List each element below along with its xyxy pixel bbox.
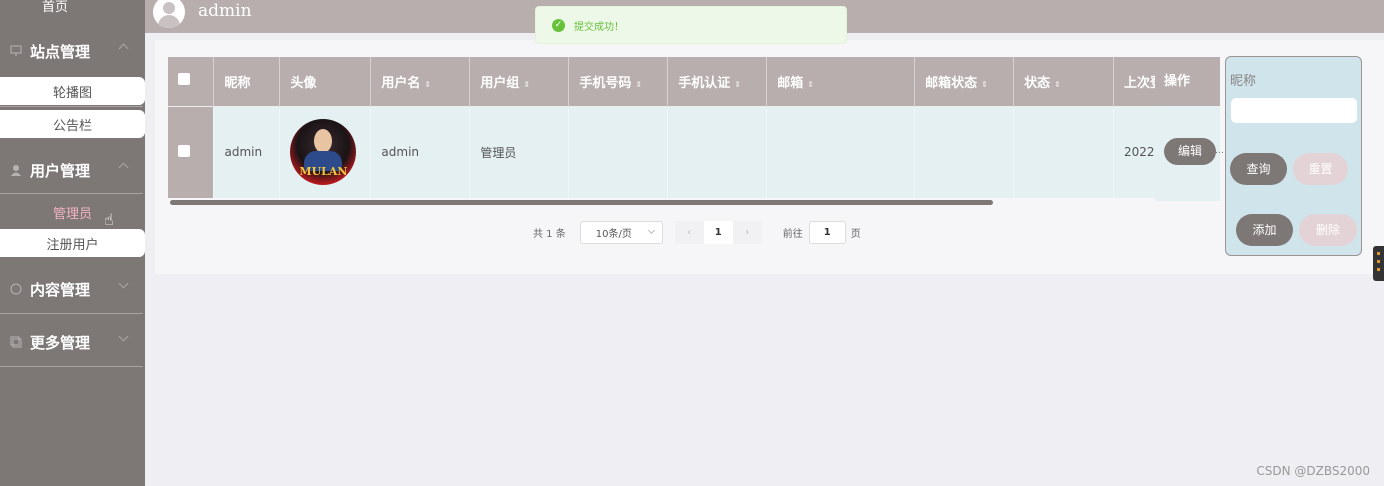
monitor-icon bbox=[10, 45, 22, 56]
header-username: admin bbox=[198, 1, 252, 21]
chevron-down-icon bbox=[118, 331, 129, 342]
goto-page-input[interactable]: 1 bbox=[808, 221, 846, 244]
cell-phone bbox=[568, 105, 669, 198]
watermark: CSDN @DZBS2000 bbox=[1256, 464, 1370, 478]
chevron-down-icon bbox=[647, 226, 655, 235]
sort-icon[interactable]: ⇕ bbox=[734, 80, 741, 89]
side-tool-tab[interactable] bbox=[1373, 246, 1384, 281]
edit-button[interactable]: 编辑 bbox=[1164, 138, 1216, 165]
cell-user-group: 管理员 bbox=[469, 105, 570, 198]
col-nickname: 昵称 bbox=[213, 57, 281, 106]
cell-email bbox=[766, 105, 916, 198]
sidebar-group-more[interactable]: 更多管理 bbox=[0, 316, 145, 368]
sort-icon[interactable]: ⇕ bbox=[1054, 80, 1061, 89]
sort-icon[interactable]: ⇕ bbox=[635, 80, 642, 89]
col-operation: 操作 bbox=[1155, 57, 1220, 106]
page-suffix: 页 bbox=[850, 229, 861, 240]
next-page-button[interactable]: › bbox=[732, 221, 762, 244]
col-phone-verified[interactable]: 手机认证 ⇕ bbox=[667, 57, 768, 106]
divider bbox=[0, 193, 143, 194]
sort-icon[interactable]: ⇕ bbox=[523, 80, 530, 89]
delete-button[interactable]: 删除 bbox=[1299, 214, 1357, 246]
hand-pointer-icon: ☝ bbox=[104, 210, 114, 229]
avatar: MULAN bbox=[290, 119, 357, 186]
sort-icon[interactable]: ⇕ bbox=[981, 80, 988, 89]
avatar-text: MULAN bbox=[299, 165, 348, 179]
cell-avatar: MULAN bbox=[279, 105, 372, 198]
ellipsis-icon: … bbox=[1215, 146, 1224, 156]
chevron-up-icon bbox=[118, 162, 129, 173]
check-circle-icon: ✓ bbox=[552, 18, 565, 32]
nickname-search-input[interactable] bbox=[1231, 98, 1357, 123]
sidebar-item-carousel[interactable]: 轮播图 bbox=[0, 77, 145, 105]
divider bbox=[0, 313, 143, 314]
sidebar-item-registered-users[interactable]: 注册用户 bbox=[0, 229, 145, 257]
sidebar-item-admin[interactable]: 管理员 bbox=[0, 198, 145, 226]
sidebar: 首页 站点管理 轮播图 公告栏 用户管理 管理员 ☝ 注册用户 内容管理 更多管… bbox=[0, 0, 145, 486]
cell-phone-verified bbox=[667, 105, 768, 198]
table-header-row: 昵称 头像 用户名 ⇕ 用户组 ⇕ 手机号码 ⇕ 手机认证 ⇕ 邮箱 ⇕ 邮箱状态 ⇕ 状态… bbox=[168, 57, 1220, 106]
sidebar-group-label: 站点管理 bbox=[30, 42, 91, 61]
divider bbox=[0, 366, 143, 367]
row-checkbox[interactable] bbox=[168, 105, 215, 198]
col-email[interactable]: 邮箱 ⇕ bbox=[766, 57, 916, 106]
col-email-status[interactable]: 邮箱状态 ⇕ bbox=[914, 57, 1015, 106]
data-table: 昵称 头像 用户名 ⇕ 用户组 ⇕ 手机号码 ⇕ 手机认证 ⇕ 邮箱 ⇕ 邮箱状态 ⇕ 状态… bbox=[168, 57, 1220, 205]
sidebar-group-content[interactable]: 内容管理 bbox=[0, 263, 145, 315]
copy-icon bbox=[10, 336, 22, 348]
sidebar-group-label: 更多管理 bbox=[30, 333, 91, 352]
sort-icon[interactable]: ⇕ bbox=[807, 80, 814, 89]
cell-status bbox=[1013, 105, 1115, 198]
table-row: admin MULAN admin 管理员 2022 bbox=[168, 105, 1220, 198]
toast-message: 提交成功！ bbox=[574, 21, 624, 33]
page-number-current[interactable]: 1 bbox=[703, 221, 733, 244]
search-panel: 昵称 查询 重置 添加 删除 bbox=[1225, 56, 1362, 256]
success-toast: ✓ 提交成功！ bbox=[535, 6, 847, 44]
chat-icon bbox=[10, 283, 22, 295]
col-user-group[interactable]: 用户组 ⇕ bbox=[469, 57, 570, 106]
cell-nickname: admin bbox=[213, 105, 281, 198]
select-all-checkbox[interactable] bbox=[168, 57, 215, 106]
sidebar-item-notice[interactable]: 公告栏 bbox=[0, 110, 145, 138]
add-button[interactable]: 添加 bbox=[1236, 214, 1293, 246]
operation-column: 操作 编辑 … bbox=[1155, 57, 1224, 201]
page-size-value: 10条/页 bbox=[595, 229, 632, 240]
user-icon bbox=[11, 165, 21, 176]
sidebar-item-home[interactable]: 首页 bbox=[0, 0, 110, 16]
sidebar-group-label: 内容管理 bbox=[30, 280, 91, 299]
sort-icon[interactable]: ⇕ bbox=[424, 80, 431, 89]
reset-button[interactable]: 重置 bbox=[1293, 153, 1348, 185]
goto-label: 前往 bbox=[782, 229, 803, 240]
col-phone[interactable]: 手机号码 ⇕ bbox=[568, 57, 669, 106]
cell-username: admin bbox=[370, 105, 471, 198]
col-avatar: 头像 bbox=[279, 57, 372, 106]
cell-email-status bbox=[914, 105, 1015, 198]
prev-page-button[interactable]: ‹ bbox=[674, 221, 704, 244]
col-username[interactable]: 用户名 ⇕ bbox=[370, 57, 471, 106]
nickname-label: 昵称 bbox=[1230, 74, 1257, 89]
divider bbox=[0, 106, 143, 107]
col-status[interactable]: 状态 ⇕ bbox=[1013, 57, 1115, 106]
chevron-up-icon bbox=[118, 43, 129, 54]
query-button[interactable]: 查询 bbox=[1230, 153, 1287, 185]
operation-cell: 编辑 … bbox=[1155, 106, 1224, 201]
sidebar-group-site[interactable]: 站点管理 bbox=[0, 25, 145, 77]
sidebar-group-label: 用户管理 bbox=[30, 161, 91, 180]
page-size-select[interactable]: 10条/页 bbox=[579, 221, 663, 244]
user-avatar-icon[interactable] bbox=[153, 0, 185, 28]
chevron-down-icon bbox=[118, 278, 129, 289]
pagination: 共 1 条 10条/页 ‹ 1 › 前往 1 页 bbox=[533, 221, 861, 244]
total-count: 共 1 条 bbox=[533, 229, 566, 240]
sidebar-group-user[interactable]: 用户管理 bbox=[0, 144, 145, 196]
horizontal-scrollbar[interactable] bbox=[170, 200, 993, 205]
